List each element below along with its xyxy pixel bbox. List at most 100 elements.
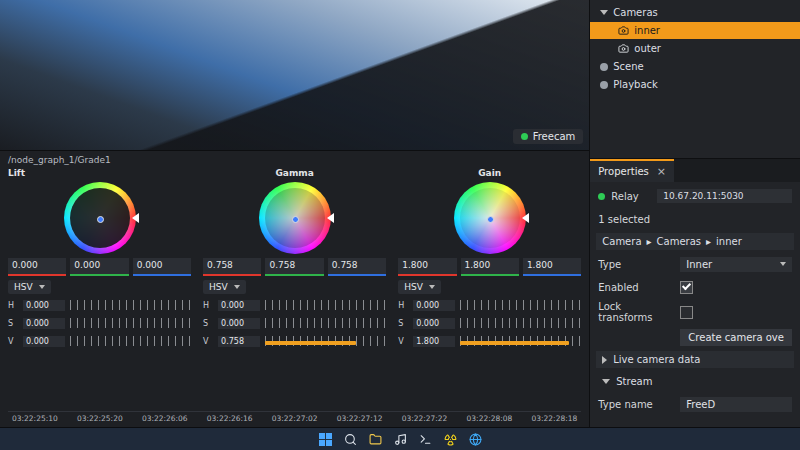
hsv-row: V0.758 — [203, 334, 386, 348]
timeline-tick: 03:22:27:02 — [272, 414, 318, 423]
properties-tab[interactable]: Properties× — [590, 159, 674, 182]
hsv-field[interactable]: 1.800 — [413, 336, 455, 347]
tab-bar: Properties× — [590, 159, 800, 182]
wheel-label: Gain — [398, 168, 581, 178]
breadcrumb-item[interactable]: inner — [716, 236, 742, 247]
color-wheel[interactable] — [64, 182, 136, 254]
wheel-column: Gain1.8001.8001.800HSVH0.000S0.000V1.800 — [398, 168, 581, 408]
type-select[interactable]: Inner — [680, 257, 792, 272]
hsv-slider[interactable] — [460, 336, 581, 346]
grade-panel: /node_graph_1/Grade1Lift0.0000.0000.000H… — [0, 151, 589, 427]
caret-icon — [234, 285, 240, 289]
section-header[interactable]: Live camera data — [596, 351, 794, 368]
timeline-tick: 03:22:28:18 — [532, 414, 578, 423]
hsv-field[interactable]: 0.000 — [218, 318, 260, 329]
hsv-slider[interactable] — [460, 318, 581, 328]
hsv-slider[interactable] — [460, 300, 581, 310]
hsv-field[interactable]: 0.758 — [218, 336, 260, 347]
channel-field[interactable]: 1.800 — [523, 258, 581, 276]
hsv-row: H0.000 — [203, 298, 386, 312]
terminal-icon[interactable] — [419, 433, 432, 446]
tree-item[interactable]: outer — [590, 40, 800, 57]
radiation-icon[interactable] — [444, 433, 457, 446]
node-icon — [600, 81, 608, 89]
hsv-field[interactable]: 0.000 — [218, 300, 260, 311]
hsv-field[interactable]: 0.000 — [23, 318, 65, 329]
create-button[interactable]: Create camera ove — [680, 329, 792, 346]
music-icon[interactable] — [394, 433, 407, 446]
wheel-label: Lift — [8, 168, 191, 178]
hsv-slider[interactable] — [70, 300, 191, 310]
relay-field[interactable]: 10.67.20.11:5030 — [657, 189, 792, 203]
close-button[interactable]: × — [657, 165, 666, 178]
timeline[interactable]: 03:22:25:1003:22:25:2003:22:26:0603:22:2… — [8, 411, 581, 425]
tree-item[interactable]: inner — [590, 22, 800, 39]
timeline-tick: 03:22:26:16 — [207, 414, 253, 423]
checkbox[interactable] — [680, 306, 693, 319]
hsv-field[interactable]: 0.000 — [23, 300, 65, 311]
side-panel: CamerasinnerouterScenePlaybackProperties… — [589, 0, 800, 427]
color-wheel[interactable] — [454, 182, 526, 254]
property-row: Enabled — [590, 278, 800, 296]
left-column: Freecam/node_graph_1/Grade1Lift0.0000.00… — [0, 0, 589, 427]
hsv-row: S0.000 — [8, 316, 191, 330]
wheel-column: Gamma0.7580.7580.758HSVH0.000S0.000V0.75… — [203, 168, 386, 408]
section-header[interactable]: Stream — [596, 373, 794, 390]
channel-field[interactable]: 0.758 — [328, 258, 386, 276]
search-icon[interactable] — [344, 433, 357, 446]
browser-icon[interactable] — [469, 433, 482, 446]
value-field[interactable]: FreeD — [680, 397, 792, 412]
channel-row: 0.7580.7580.758 — [203, 258, 386, 276]
app-window: Freecam/node_graph_1/Grade1Lift0.0000.00… — [0, 0, 800, 450]
channel-field[interactable]: 1.800 — [398, 258, 456, 276]
hsv-slider[interactable] — [265, 336, 386, 346]
checkbox[interactable] — [680, 281, 693, 294]
tree-item[interactable]: Playback — [590, 76, 800, 93]
breadcrumb-item[interactable]: Cameras — [657, 236, 701, 247]
tree-item[interactable]: Cameras — [590, 4, 800, 21]
channel-field[interactable]: 0.000 — [8, 258, 66, 276]
wheel-grid: Lift0.0000.0000.000HSVH0.000S0.000V0.000… — [8, 168, 581, 408]
wheel-handle[interactable] — [292, 216, 299, 223]
hsv-field[interactable]: 0.000 — [413, 300, 455, 311]
hsv-field[interactable]: 0.000 — [23, 336, 65, 347]
color-wheel[interactable] — [259, 182, 331, 254]
camera-icon — [618, 43, 629, 54]
hsv-slider[interactable] — [265, 318, 386, 328]
viewport-3d[interactable]: Freecam — [0, 0, 589, 151]
tree-item[interactable]: Scene — [590, 58, 800, 75]
windows-logo-icon[interactable] — [319, 433, 332, 446]
expand-icon — [602, 379, 610, 384]
wheel-handle[interactable] — [97, 216, 104, 223]
breadcrumb: Camera▸Cameras▸inner — [596, 233, 794, 250]
hsv-field[interactable]: 0.000 — [413, 318, 455, 329]
channel-field[interactable]: 0.758 — [203, 258, 261, 276]
hsv-slider[interactable] — [265, 300, 386, 310]
camera-icon — [618, 25, 629, 36]
timeline-tick: 03:22:27:12 — [337, 414, 383, 423]
hsv-row: H0.000 — [8, 298, 191, 312]
expand-icon[interactable] — [600, 10, 608, 15]
hsv-slider[interactable] — [70, 318, 191, 328]
channel-field[interactable]: 1.800 — [461, 258, 519, 276]
camera-badge[interactable]: Freecam — [513, 129, 584, 144]
channel-field[interactable]: 0.758 — [265, 258, 323, 276]
status-dot — [598, 193, 605, 200]
timeline-tick: 03:22:26:06 — [142, 414, 188, 423]
folder-icon[interactable] — [369, 433, 382, 446]
channel-field[interactable]: 0.000 — [70, 258, 128, 276]
wheel-label: Gamma — [203, 168, 386, 178]
hsv-slider[interactable] — [70, 336, 191, 346]
main-area: Freecam/node_graph_1/Grade1Lift0.0000.00… — [0, 0, 800, 427]
node-path: /node_graph_1/Grade1 — [8, 155, 581, 165]
mode-select[interactable]: HSV — [398, 280, 441, 294]
hsv-row: H0.000 — [398, 298, 581, 312]
relay-row: Relay10.67.20.11:5030 — [590, 187, 800, 205]
mode-select[interactable]: HSV — [203, 280, 246, 294]
mode-select[interactable]: HSV — [8, 280, 51, 294]
breadcrumb-item[interactable]: Camera — [602, 236, 641, 247]
wheel-marker-icon — [132, 213, 139, 223]
selection-count: 1 selected — [590, 210, 800, 228]
channel-field[interactable]: 0.000 — [133, 258, 191, 276]
wheel-handle[interactable] — [487, 216, 494, 223]
